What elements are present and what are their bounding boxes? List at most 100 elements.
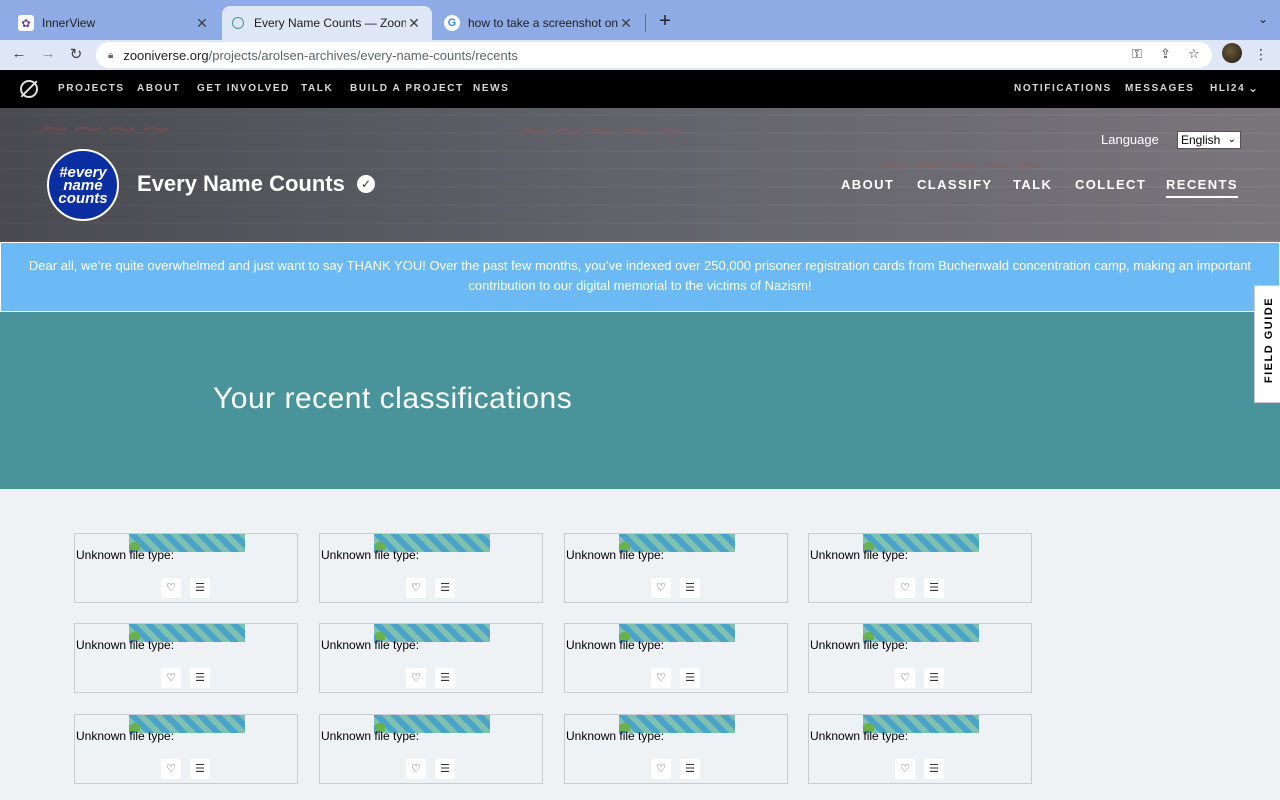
project-nav-recents[interactable]: RECENTS [1166, 177, 1238, 198]
recent-classification-card[interactable]: Unknown file type: ♡ ☰ [564, 623, 788, 693]
nav-build-a-project[interactable]: BUILD A PROJECT [350, 83, 464, 94]
field-guide-tab[interactable]: FIELD GUIDE [1254, 285, 1280, 403]
collect-list-icon[interactable]: ☰ [435, 578, 455, 598]
field-guide-label: FIELD GUIDE [1263, 296, 1275, 384]
browser-toolbar: ← → ↻ 🔒︎ zooniverse.org/projects/arolsen… [0, 40, 1280, 70]
nav-get-involved[interactable]: GET INVOLVED [197, 83, 290, 94]
address-bar[interactable]: 🔒︎ zooniverse.org/projects/arolsen-archi… [96, 42, 1212, 68]
file-type-label: Unknown file type: [566, 638, 665, 652]
language-value: English [1181, 133, 1221, 147]
favorite-heart-icon[interactable]: ♡ [161, 668, 181, 688]
file-type-label: Unknown file type: [76, 638, 175, 652]
google-icon: G [444, 15, 460, 31]
nav-user-menu[interactable]: HLI24 [1210, 83, 1245, 94]
close-icon[interactable]: ✕ [618, 15, 634, 32]
zooniverse-logo-icon[interactable] [20, 80, 38, 98]
chevron-down-icon[interactable]: ⌄ [1258, 12, 1268, 26]
file-type-label: Unknown file type: [76, 548, 175, 562]
recent-classification-card[interactable]: Unknown file type: ♡ ☰ [74, 623, 298, 693]
file-type-label: Unknown file type: [566, 729, 665, 743]
project-nav-collect[interactable]: COLLECT [1075, 177, 1146, 192]
recent-classification-card[interactable]: Unknown file type: ♡ ☰ [564, 714, 788, 784]
tab-separator [645, 14, 646, 32]
recent-classification-card[interactable]: Unknown file type: ♡ ☰ [808, 623, 1032, 693]
forward-icon[interactable]: → [38, 45, 58, 62]
favorite-heart-icon[interactable]: ♡ [651, 668, 671, 688]
collect-list-icon[interactable]: ☰ [435, 759, 455, 779]
tab-title: InnerView [42, 16, 96, 30]
recent-classification-card[interactable]: Unknown file type: ♡ ☰ [319, 533, 543, 603]
collect-list-icon[interactable]: ☰ [924, 668, 944, 688]
nav-news[interactable]: NEWS [473, 83, 509, 94]
collect-list-icon[interactable]: ☰ [190, 759, 210, 779]
favorite-heart-icon[interactable]: ♡ [406, 759, 426, 779]
back-icon[interactable]: ← [9, 45, 29, 62]
zooniverse-icon [232, 17, 244, 29]
close-icon[interactable]: ✕ [194, 15, 210, 32]
favorite-heart-icon[interactable]: ♡ [651, 578, 671, 598]
favorite-heart-icon[interactable]: ♡ [406, 578, 426, 598]
project-header: ⁓⁓⁓⁓ ⁓⁓⁓⁓⁓ ⁓⁓⁓⁓⁓ #every name counts Ever… [0, 108, 1280, 242]
tab-every-name-counts[interactable]: Every Name Counts — Zooniverse ✕ [222, 6, 432, 40]
collect-list-icon[interactable]: ☰ [924, 578, 944, 598]
collect-list-icon[interactable]: ☰ [924, 759, 944, 779]
url-host: zooniverse.org [123, 47, 209, 63]
favorite-heart-icon[interactable]: ♡ [161, 578, 181, 598]
background-texture: ⁓⁓⁓⁓ [40, 112, 176, 145]
nav-talk[interactable]: TALK [301, 83, 333, 94]
recent-classification-card[interactable]: Unknown file type: ♡ ☰ [319, 714, 543, 784]
project-nav-classify[interactable]: CLASSIFY [917, 177, 992, 192]
page-title: Your recent classifications [213, 382, 573, 415]
favorite-heart-icon[interactable]: ♡ [895, 759, 915, 779]
nav-notifications[interactable]: NOTIFICATIONS [1014, 83, 1112, 94]
profile-avatar[interactable] [1222, 43, 1242, 63]
tab-title: how to take a screenshot on m [468, 16, 618, 30]
nav-messages[interactable]: MESSAGES [1125, 83, 1194, 94]
recent-classification-card[interactable]: Unknown file type: ♡ ☰ [564, 533, 788, 603]
favorite-heart-icon[interactable]: ♡ [895, 578, 915, 598]
collect-list-icon[interactable]: ☰ [190, 668, 210, 688]
more-options-icon[interactable]: ⋮ [1254, 46, 1268, 63]
collect-list-icon[interactable]: ☰ [680, 578, 700, 598]
key-icon[interactable]: ⚿ [1132, 46, 1142, 62]
project-avatar-logo: #every name counts [58, 163, 108, 207]
star-icon[interactable]: ☆ [1188, 46, 1200, 62]
new-tab-icon[interactable]: + [655, 10, 675, 33]
collect-list-icon[interactable]: ☰ [680, 759, 700, 779]
file-type-label: Unknown file type: [321, 548, 420, 562]
favorite-heart-icon[interactable]: ♡ [895, 668, 915, 688]
file-type-label: Unknown file type: [810, 548, 909, 562]
chevron-down-icon[interactable]: ⌄ [1248, 81, 1260, 95]
collect-list-icon[interactable]: ☰ [190, 578, 210, 598]
share-icon[interactable]: ⇪ [1160, 46, 1171, 62]
project-nav-talk[interactable]: TALK [1013, 177, 1052, 192]
collect-list-icon[interactable]: ☰ [435, 668, 455, 688]
site-navigation: PROJECTS ABOUT GET INVOLVED TALK BUILD A… [0, 70, 1280, 108]
recent-classification-card[interactable]: Unknown file type: ♡ ☰ [319, 623, 543, 693]
browser-tab-bar: ✿ InnerView ✕ Every Name Counts — Zooniv… [0, 0, 1280, 40]
project-title[interactable]: Every Name Counts [137, 171, 345, 197]
url-path: /projects/arolsen-archives/every-name-co… [208, 47, 518, 63]
background-texture: ⁓⁓⁓⁓⁓ [520, 114, 690, 147]
favorite-heart-icon[interactable]: ♡ [161, 759, 181, 779]
recent-classification-card[interactable]: Unknown file type: ♡ ☰ [808, 714, 1032, 784]
tab-google-search[interactable]: G how to take a screenshot on m ✕ [434, 6, 644, 40]
reload-icon[interactable]: ↻ [66, 45, 86, 63]
file-type-label: Unknown file type: [566, 548, 665, 562]
nav-about[interactable]: ABOUT [137, 83, 181, 94]
language-select[interactable]: English ⌄ [1177, 131, 1241, 149]
recent-classification-card[interactable]: Unknown file type: ♡ ☰ [74, 533, 298, 603]
collect-list-icon[interactable]: ☰ [680, 668, 700, 688]
language-label: Language [1101, 132, 1159, 147]
recent-classification-card[interactable]: Unknown file type: ♡ ☰ [808, 533, 1032, 603]
file-type-label: Unknown file type: [321, 729, 420, 743]
tab-innerview[interactable]: ✿ InnerView ✕ [8, 6, 220, 40]
favorite-heart-icon[interactable]: ♡ [406, 668, 426, 688]
nav-projects[interactable]: PROJECTS [58, 83, 125, 94]
recent-classification-card[interactable]: Unknown file type: ♡ ☰ [74, 714, 298, 784]
favorite-heart-icon[interactable]: ♡ [651, 759, 671, 779]
file-type-label: Unknown file type: [321, 638, 420, 652]
close-icon[interactable]: ✕ [406, 15, 422, 32]
project-avatar[interactable]: #every name counts [47, 149, 119, 221]
project-nav-about[interactable]: ABOUT [841, 177, 894, 192]
